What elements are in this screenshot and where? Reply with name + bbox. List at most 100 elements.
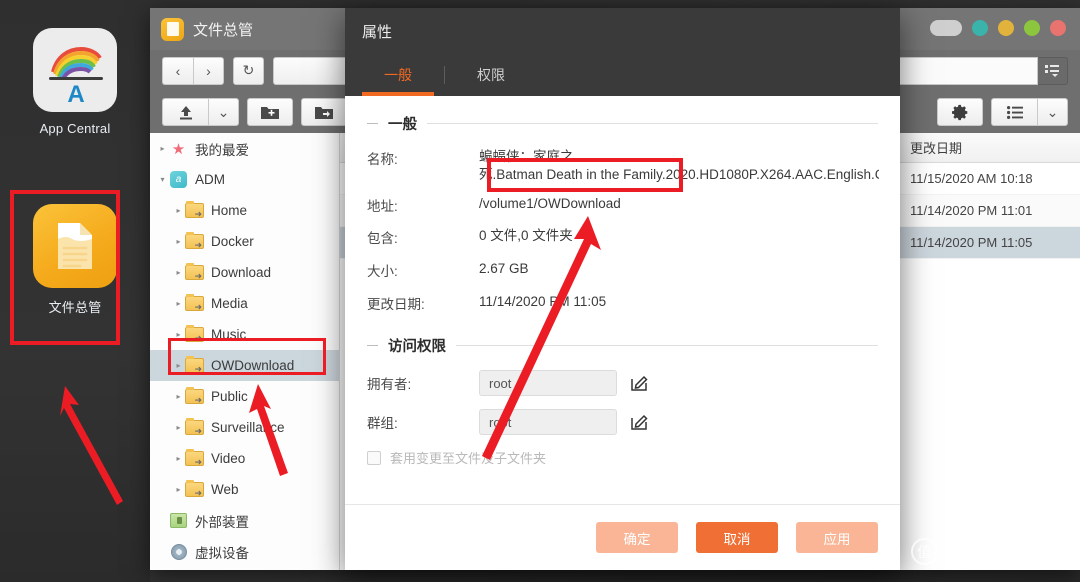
ok-button[interactable]: 确定 xyxy=(596,522,678,553)
tree-item-owdownload[interactable]: ▸ OWDownload xyxy=(150,350,339,381)
tree-item-home[interactable]: ▸ Home xyxy=(150,195,339,226)
upload-icon[interactable] xyxy=(162,98,208,126)
field-path: 地址: /volume1/OWDownload xyxy=(367,195,878,215)
gear-icon[interactable] xyxy=(937,98,983,126)
folder-icon xyxy=(185,356,204,374)
field-value-modified: 11/14/2020 PM 11:05 xyxy=(479,294,607,309)
file-manager-title-icon xyxy=(161,17,184,41)
folder-icon xyxy=(185,449,204,467)
tree-item-public[interactable]: ▸ Public xyxy=(150,381,339,412)
section-header-general: 一般 xyxy=(367,113,878,134)
field-group: 群组: root xyxy=(367,409,878,435)
field-value-name-line2: 死.Batman Death in the Family.2020.HD1080… xyxy=(479,167,879,182)
maximize-button[interactable] xyxy=(1024,20,1040,36)
tree-caret-icon[interactable]: ▸ xyxy=(172,454,185,463)
window-controls xyxy=(930,20,1066,36)
list-view-icon[interactable] xyxy=(991,98,1037,126)
refresh-button[interactable]: ↻ xyxy=(233,56,264,85)
desktop-icon-file-manager[interactable]: 文件总管 xyxy=(0,204,150,316)
tree-item-label: Music xyxy=(211,327,247,342)
tree-caret-icon[interactable]: ▸ xyxy=(172,485,185,494)
tree-item-我的最爱[interactable]: ▸ ★ 我的最爱 xyxy=(150,133,339,164)
tree-item-surveillance[interactable]: ▸ Surveillance xyxy=(150,412,339,443)
window-button-yellow[interactable] xyxy=(998,20,1014,36)
cell-date: 11/15/2020 AM 10:18 xyxy=(910,171,1033,186)
window-button-teal[interactable] xyxy=(972,20,988,36)
tree-caret-icon[interactable]: ▸ xyxy=(172,237,185,246)
tree-caret-icon[interactable]: ▸ xyxy=(172,206,185,215)
tree-caret-icon[interactable]: ▸ xyxy=(172,392,185,401)
tree-item-download[interactable]: ▸ Download xyxy=(150,257,339,288)
apply-recursive-row[interactable]: 套用变更至文件及子文件夹 xyxy=(367,448,878,467)
folder-icon xyxy=(185,480,204,498)
minimize-button[interactable] xyxy=(930,20,962,36)
folder-icon xyxy=(185,294,204,312)
group-input[interactable]: root xyxy=(479,409,617,435)
section-title-access: 访问权限 xyxy=(388,339,446,355)
tree-item-docker[interactable]: ▸ Docker xyxy=(150,226,339,257)
tree-item-label: Download xyxy=(211,265,272,280)
tree-caret-icon[interactable]: ▾ xyxy=(156,175,169,184)
tree-caret-icon[interactable]: ▸ xyxy=(172,423,185,432)
column-header-date[interactable]: 更改日期 xyxy=(900,138,962,157)
new-folder-icon[interactable] xyxy=(247,98,293,126)
search-filter-icon[interactable] xyxy=(1038,56,1068,85)
desktop-icon-app-central[interactable]: A App Central xyxy=(0,28,150,136)
field-label-size: 大小: xyxy=(367,264,398,279)
view-mode-caret-icon[interactable]: ⌄ xyxy=(1037,98,1068,126)
move-folder-icon[interactable] xyxy=(301,98,347,126)
field-name: 名称: 蝙蝠侠：家庭之 死.Batman Death in the Family… xyxy=(367,148,879,184)
tree-caret-icon[interactable]: ▸ xyxy=(156,144,169,153)
tree-item-adm[interactable]: ▾ a ADM xyxy=(150,164,339,195)
tree-item-label: Video xyxy=(211,451,246,466)
nav-button-group: ‹ › xyxy=(162,56,224,85)
tree-item-虚拟设备[interactable]: 虚拟设备 xyxy=(150,536,339,567)
upload-button-group: ⌄ xyxy=(162,98,239,126)
dialog-body: 一般 名称: 蝙蝠侠：家庭之 死.Batman Death in the Fam… xyxy=(345,96,900,504)
field-label-path: 地址: xyxy=(367,199,398,214)
field-label-contains: 包含: xyxy=(367,231,398,246)
desktop-icon-label: 文件总管 xyxy=(48,300,102,315)
tree-caret-icon[interactable]: ▸ xyxy=(172,330,185,339)
file-manager-title: 文件总管 xyxy=(193,21,254,39)
section-header-access: 访问权限 xyxy=(367,335,878,356)
adm-icon: a xyxy=(169,171,188,188)
desktop-icon-column: A App Central 文件总管 xyxy=(0,0,150,582)
folder-icon xyxy=(185,232,204,250)
field-owner: 拥有者: root xyxy=(367,370,878,396)
upload-dropdown-caret-icon[interactable]: ⌄ xyxy=(208,98,239,126)
field-label-name: 名称: xyxy=(367,152,398,167)
apply-recursive-checkbox[interactable] xyxy=(367,450,381,465)
field-label-group: 群组: xyxy=(367,416,398,431)
tree-caret-icon[interactable]: ▸ xyxy=(172,361,185,370)
tree-item-label: Surveillance xyxy=(211,420,285,435)
cancel-button[interactable]: 取消 xyxy=(696,522,778,553)
search-input[interactable] xyxy=(888,56,1038,85)
tree-item-label: OWDownload xyxy=(211,358,295,373)
tree-item-外部装置[interactable]: 外部装置 xyxy=(150,505,339,536)
apply-recursive-label: 套用变更至文件及子文件夹 xyxy=(390,451,547,466)
tree-item-video[interactable]: ▸ Video xyxy=(150,443,339,474)
folder-icon xyxy=(185,263,204,281)
owner-input[interactable]: root xyxy=(479,370,617,396)
tree-item-media[interactable]: ▸ Media xyxy=(150,288,339,319)
tab-general[interactable]: 一般 xyxy=(362,54,434,96)
tree-item-label: 外部装置 xyxy=(195,514,249,530)
tree-item-label: Docker xyxy=(211,234,254,249)
edit-pencil-icon[interactable] xyxy=(629,412,649,432)
close-button[interactable] xyxy=(1050,20,1066,36)
edit-pencil-icon[interactable] xyxy=(629,373,649,393)
tree-item-music[interactable]: ▸ Music xyxy=(150,319,339,350)
field-value-contains: 0 文件,0 文件夹 xyxy=(479,228,573,243)
cell-date: 11/14/2020 PM 11:05 xyxy=(910,235,1033,250)
tree-caret-icon[interactable]: ▸ xyxy=(172,299,185,308)
tree-item-label: 虚拟设备 xyxy=(195,545,249,561)
apply-button[interactable]: 应用 xyxy=(796,522,878,553)
tree-item-web[interactable]: ▸ Web xyxy=(150,474,339,505)
tab-permissions[interactable]: 权限 xyxy=(455,54,527,96)
tree-caret-icon[interactable]: ▸ xyxy=(172,268,185,277)
back-button[interactable]: ‹ xyxy=(162,56,193,85)
tree-item-label: Web xyxy=(211,482,239,497)
dialog-footer: 确定 取消 应用 xyxy=(345,504,900,570)
forward-button[interactable]: › xyxy=(193,56,224,85)
